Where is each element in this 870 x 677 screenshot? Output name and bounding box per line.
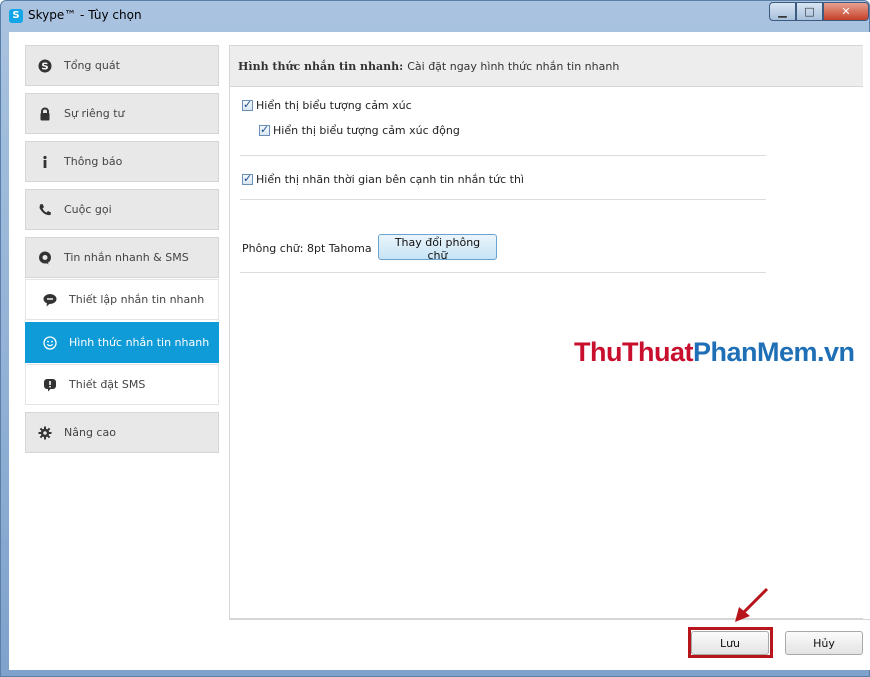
option-label: Hiển thị nhãn thời gian bên cạnh tin nhắ…: [256, 173, 524, 186]
save-button[interactable]: Lưu: [691, 631, 769, 655]
sidebar-item-label: Thông báo: [64, 155, 123, 168]
sidebar-item-calls[interactable]: Cuộc gọi: [25, 189, 219, 230]
sidebar-item-label: Cuộc gọi: [64, 203, 112, 216]
sidebar-item-label: Nâng cao: [64, 426, 116, 439]
client-area: S Tổng quát Sự riêng tư Thông báo Cuộc g…: [9, 32, 870, 670]
divider: [240, 199, 766, 200]
cancel-button[interactable]: Hủy: [785, 631, 863, 655]
chat-bubble-icon: [43, 293, 57, 307]
sidebar-item-label: Thiết đặt SMS: [69, 378, 146, 391]
show-emoticons-checkbox[interactable]: [242, 98, 253, 111]
phone-icon: [38, 203, 52, 217]
info-icon: [38, 155, 52, 169]
sidebar-item-label: Thiết lập nhắn tin nhanh: [69, 293, 205, 306]
window-controls: ▁ □ ✕: [769, 2, 869, 21]
watermark-part2: PhanMem.vn: [692, 337, 855, 367]
sidebar-item-im-settings[interactable]: Thiết lập nhắn tin nhanh: [25, 279, 219, 320]
close-button[interactable]: ✕: [823, 2, 869, 21]
sidebar-item-im-sms[interactable]: Tin nhắn nhanh & SMS: [25, 237, 219, 278]
show-emoticons-option[interactable]: Hiển thị biểu tượng cảm xúc: [242, 98, 412, 112]
show-timestamp-checkbox[interactable]: [242, 172, 253, 185]
sidebar-item-notifications[interactable]: Thông báo: [25, 141, 219, 182]
maximize-button[interactable]: □: [796, 2, 823, 21]
sidebar-item-privacy[interactable]: Sự riêng tư: [25, 93, 219, 134]
show-animated-emoticons-option[interactable]: Hiển thị biểu tượng cảm xúc động: [259, 123, 460, 137]
sidebar-item-label: Hình thức nhắn tin nhanh: [69, 336, 210, 349]
options-window: S Skype™ - Tùy chọn ▁ □ ✕ S Tổng quát Sự…: [0, 0, 870, 677]
panel-subtitle: Cài đặt ngay hình thức nhắn tin nhanh: [407, 59, 620, 73]
sms-icon: [43, 378, 57, 392]
option-label: Hiển thị biểu tượng cảm xúc: [256, 99, 412, 112]
sidebar-item-im-appearance[interactable]: Hình thức nhắn tin nhanh: [25, 322, 219, 363]
lock-icon: [38, 107, 52, 121]
font-label: Phông chữ: 8pt Tahoma: [242, 242, 372, 255]
show-timestamp-option[interactable]: Hiển thị nhãn thời gian bên cạnh tin nhắ…: [242, 172, 524, 186]
sidebar-item-label: Sự riêng tư: [64, 107, 125, 120]
sidebar-item-sms-settings[interactable]: Thiết đặt SMS: [25, 364, 219, 405]
change-font-button[interactable]: Thay đổi phông chữ: [378, 234, 497, 262]
skype-icon: S: [38, 59, 52, 73]
panel-header: Hình thức nhắn tin nhanh: Cài đặt ngay h…: [230, 46, 863, 87]
divider: [240, 272, 766, 273]
show-animated-emoticons-checkbox[interactable]: [259, 123, 270, 136]
panel-title: Hình thức nhắn tin nhanh:: [238, 59, 404, 73]
watermark-logo: ThuThuatPhanMem.vn: [574, 337, 855, 368]
watermark-part1: ThuThuat: [574, 337, 693, 367]
window-title: Skype™ - Tùy chọn: [28, 8, 142, 22]
chat-icon: [38, 251, 52, 265]
sidebar-item-advanced[interactable]: Nâng cao: [25, 412, 219, 453]
smiley-icon: [43, 335, 57, 350]
title-bar[interactable]: S Skype™ - Tùy chọn ▁ □ ✕: [1, 1, 869, 31]
footer-divider: [229, 619, 870, 620]
skype-app-icon: S: [9, 9, 23, 23]
divider: [240, 155, 766, 156]
sidebar-item-general[interactable]: S Tổng quát: [25, 45, 219, 86]
annotation-arrow-icon: [735, 587, 769, 622]
gear-icon: [38, 426, 52, 440]
minimize-button[interactable]: ▁: [769, 2, 796, 21]
sidebar-item-label: Tin nhắn nhanh & SMS: [64, 251, 189, 264]
option-label: Hiển thị biểu tượng cảm xúc động: [273, 124, 460, 137]
svg-text:S: S: [41, 61, 48, 72]
sidebar-item-label: Tổng quát: [64, 59, 120, 72]
content-panel: Hình thức nhắn tin nhanh: Cài đặt ngay h…: [229, 45, 863, 619]
